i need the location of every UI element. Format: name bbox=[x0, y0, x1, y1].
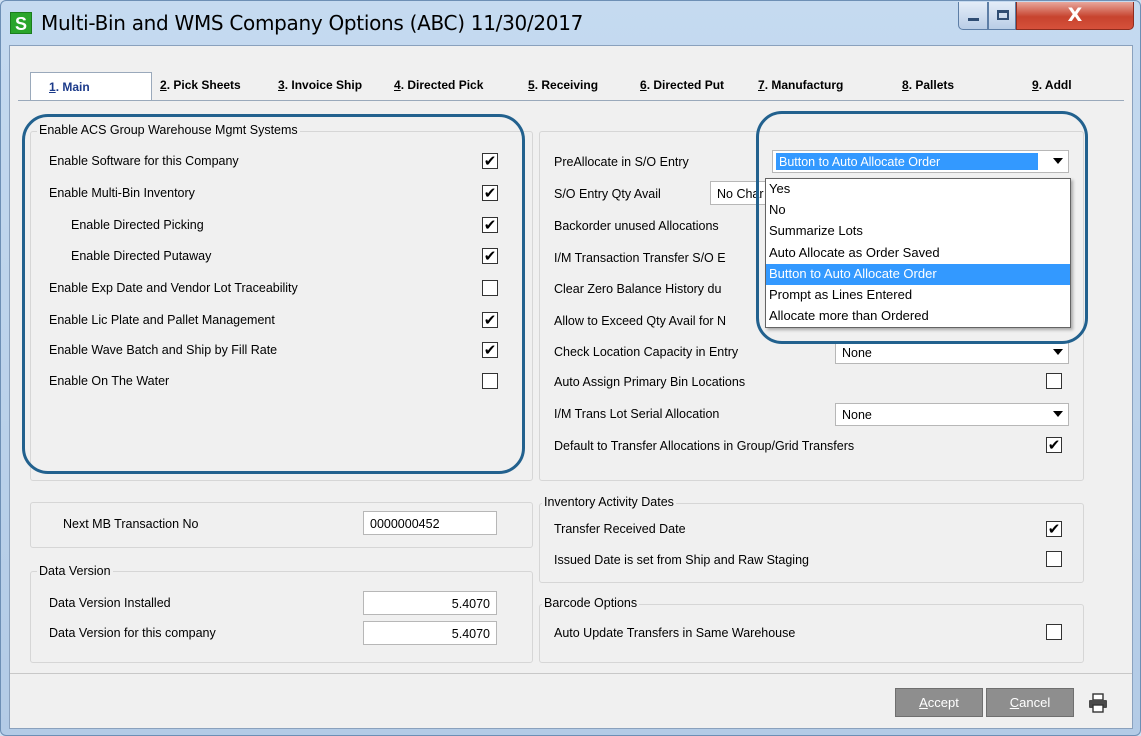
tab-hotkey: 5 bbox=[528, 78, 535, 92]
tab-hotkey: 8 bbox=[902, 78, 909, 92]
transfer-received-label: Transfer Received Date bbox=[554, 522, 686, 536]
title-bar[interactable]: S Multi-Bin and WMS Company Options (ABC… bbox=[1, 1, 1140, 45]
printer-icon[interactable] bbox=[1088, 693, 1108, 713]
maximize-button[interactable] bbox=[988, 2, 1016, 30]
accept-button[interactable]: Accept bbox=[895, 688, 983, 717]
close-icon: X bbox=[1067, 4, 1083, 26]
tab-label: . Invoice Ship bbox=[284, 78, 363, 92]
tab-pallets[interactable]: 8. Pallets bbox=[902, 78, 954, 92]
default-transfer-label: Default to Transfer Allocations in Group… bbox=[554, 439, 855, 453]
auto-update-label: Auto Update Transfers in Same Warehouse bbox=[554, 626, 796, 640]
tab-addl[interactable]: 9. Addl bbox=[1032, 78, 1072, 92]
backorder-label: Backorder unused Allocations bbox=[554, 219, 719, 233]
clear-zero-label: Clear Zero Balance History du bbox=[554, 282, 722, 296]
lot-serial-select[interactable]: None bbox=[835, 403, 1069, 426]
tab-label: . Main bbox=[55, 80, 90, 94]
tab-label: . Directed Pick bbox=[400, 78, 484, 92]
accept-label: ccept bbox=[927, 695, 959, 710]
lot-serial-label: I/M Trans Lot Serial Allocation bbox=[554, 407, 720, 421]
inventory-dates-box bbox=[539, 503, 1084, 583]
annotation-outline-wms bbox=[22, 114, 525, 474]
tab-strip: 1. Main 2. Pick Sheets 3. Invoice Ship 4… bbox=[10, 72, 1132, 101]
cancel-label: ancel bbox=[1019, 695, 1051, 710]
check-capacity-value: None bbox=[842, 346, 872, 360]
default-transfer-checkbox[interactable]: ✔ bbox=[1046, 437, 1062, 453]
lot-serial-value: None bbox=[842, 408, 872, 422]
allow-exceed-label: Allow to Exceed Qty Avail for N bbox=[554, 314, 727, 328]
data-version-company-label: Data Version for this company bbox=[49, 626, 216, 640]
data-version-company-field: 5.4070 bbox=[363, 621, 497, 645]
tab-label: . Pallets bbox=[908, 78, 955, 92]
transfer-received-checkbox[interactable]: ✔ bbox=[1046, 521, 1062, 537]
tab-hotkey: 7 bbox=[758, 78, 765, 92]
tab-label: . Receiving bbox=[534, 78, 599, 92]
qty-avail-label: S/O Entry Qty Avail bbox=[554, 187, 661, 201]
maximize-icon bbox=[997, 10, 1009, 20]
window-title: Multi-Bin and WMS Company Options (ABC) … bbox=[41, 11, 584, 35]
tab-hotkey: 1 bbox=[49, 80, 56, 94]
cancel-button[interactable]: Cancel bbox=[986, 688, 1074, 717]
tab-hotkey: 9 bbox=[1032, 78, 1039, 92]
tab-hotkey: 6 bbox=[640, 78, 647, 92]
cancel-hotkey: C bbox=[1009, 695, 1020, 710]
tab-receiving[interactable]: 5. Receiving bbox=[528, 78, 598, 92]
inventory-dates-title: Inventory Activity Dates bbox=[542, 495, 676, 509]
chevron-down-icon bbox=[1053, 349, 1063, 355]
tab-hotkey: 3 bbox=[278, 78, 285, 92]
tab-label: . Pick Sheets bbox=[166, 78, 241, 92]
dialog-window: S Multi-Bin and WMS Company Options (ABC… bbox=[0, 0, 1141, 736]
check-capacity-label: Check Location Capacity in Entry bbox=[554, 345, 739, 359]
tab-directed-put[interactable]: 6. Directed Put bbox=[640, 78, 724, 92]
annotation-outline-dropdown bbox=[756, 111, 1088, 344]
accept-hotkey: A bbox=[919, 695, 928, 710]
chevron-down-icon bbox=[1053, 411, 1063, 417]
sage-app-icon: S bbox=[10, 12, 32, 34]
tab-invoice-ship[interactable]: 3. Invoice Ship bbox=[278, 78, 362, 92]
issued-date-checkbox[interactable] bbox=[1046, 551, 1062, 567]
minimize-icon bbox=[968, 18, 979, 21]
auto-assign-label: Auto Assign Primary Bin Locations bbox=[554, 375, 746, 389]
next-mb-transaction-input[interactable]: 0000000452 bbox=[363, 511, 497, 535]
tab-hotkey: 4 bbox=[394, 78, 401, 92]
data-version-box bbox=[30, 571, 533, 663]
close-button[interactable]: X bbox=[1016, 2, 1134, 30]
data-version-installed-field: 5.4070 bbox=[363, 591, 497, 615]
tab-label: . Manufacturg bbox=[764, 78, 844, 92]
tab-manufacturing[interactable]: 7. Manufacturg bbox=[758, 78, 843, 92]
minimize-button[interactable] bbox=[958, 2, 988, 30]
next-mb-label: Next MB Transaction No bbox=[63, 517, 199, 531]
preallocate-label: PreAllocate in S/O Entry bbox=[554, 155, 689, 169]
im-transfer-label: I/M Transaction Transfer S/O E bbox=[554, 251, 726, 265]
data-version-installed-label: Data Version Installed bbox=[49, 596, 171, 610]
data-version-title: Data Version bbox=[37, 564, 113, 578]
tab-label: . Addl bbox=[1038, 78, 1072, 92]
tab-pick-sheets[interactable]: 2. Pick Sheets bbox=[160, 78, 241, 92]
auto-update-checkbox[interactable] bbox=[1046, 624, 1062, 640]
auto-assign-checkbox[interactable] bbox=[1046, 373, 1062, 389]
footer-divider bbox=[10, 673, 1132, 674]
barcode-options-title: Barcode Options bbox=[542, 596, 640, 610]
issued-date-label: Issued Date is set from Ship and Raw Sta… bbox=[554, 553, 809, 567]
tab-hotkey: 2 bbox=[160, 78, 167, 92]
check-capacity-select[interactable]: None bbox=[835, 341, 1069, 364]
tab-label: . Directed Put bbox=[646, 78, 725, 92]
tab-directed-pick[interactable]: 4. Directed Pick bbox=[394, 78, 483, 92]
tab-main[interactable]: 1. Main bbox=[30, 72, 152, 101]
